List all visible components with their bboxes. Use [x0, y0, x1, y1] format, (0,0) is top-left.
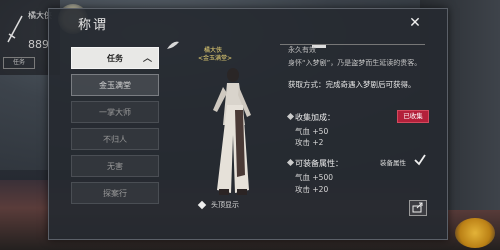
tab-category-label: 任务: [107, 54, 123, 63]
duration-text: 永久有效: [288, 46, 316, 54]
collect-stat: 气血 +50: [295, 127, 329, 136]
close-icon: ✕: [409, 15, 421, 31]
tab-item[interactable]: 探案行: [71, 182, 159, 204]
panel-title: 称谓: [78, 18, 109, 33]
equip-stat: 攻击 +20: [295, 185, 329, 194]
equip-toggle-label: 装备属性: [380, 159, 406, 167]
tab-item[interactable]: 无害: [71, 155, 159, 177]
sword-icon: [7, 15, 23, 43]
tab-column: 任务 ︿ 金玉满堂 一掌大师 不归人 无害 探案行: [71, 47, 159, 209]
character-figure[interactable]: [205, 65, 265, 200]
equip-stat: 气血 +500: [295, 173, 333, 182]
character-title-badge: <金玉满堂>: [198, 55, 233, 62]
toggle-label: 头顶显示: [211, 201, 239, 209]
tab-item[interactable]: 金玉满堂: [71, 74, 159, 96]
collect-stat: 攻击 +2: [295, 138, 324, 147]
player-number: 889: [28, 38, 49, 51]
tab-item[interactable]: 一掌大师: [71, 101, 159, 123]
watermark-logo: [455, 218, 495, 248]
chevron-up-icon: ︿: [142, 54, 152, 64]
collected-badge: 已收集: [397, 110, 429, 123]
hud-slot[interactable]: 任务: [3, 57, 35, 69]
close-button[interactable]: ✕: [404, 12, 426, 34]
equip-attr-label: 可装备属性：: [295, 159, 343, 168]
share-icon: [412, 202, 423, 213]
tab-item[interactable]: 不归人: [71, 128, 159, 150]
leaf-icon: [167, 41, 179, 49]
share-button[interactable]: [409, 200, 427, 216]
collect-bonus-label: 收集加成：: [295, 113, 335, 122]
obtain-method: 获取方式：完成奇遇入梦剧后可获得。: [288, 80, 416, 89]
checkmark-icon[interactable]: [414, 154, 426, 166]
tab-category[interactable]: 任务 ︿: [71, 47, 159, 69]
title-description: 身怀“入梦剧”，乃是盗梦而生延读的贵客。: [288, 59, 422, 67]
